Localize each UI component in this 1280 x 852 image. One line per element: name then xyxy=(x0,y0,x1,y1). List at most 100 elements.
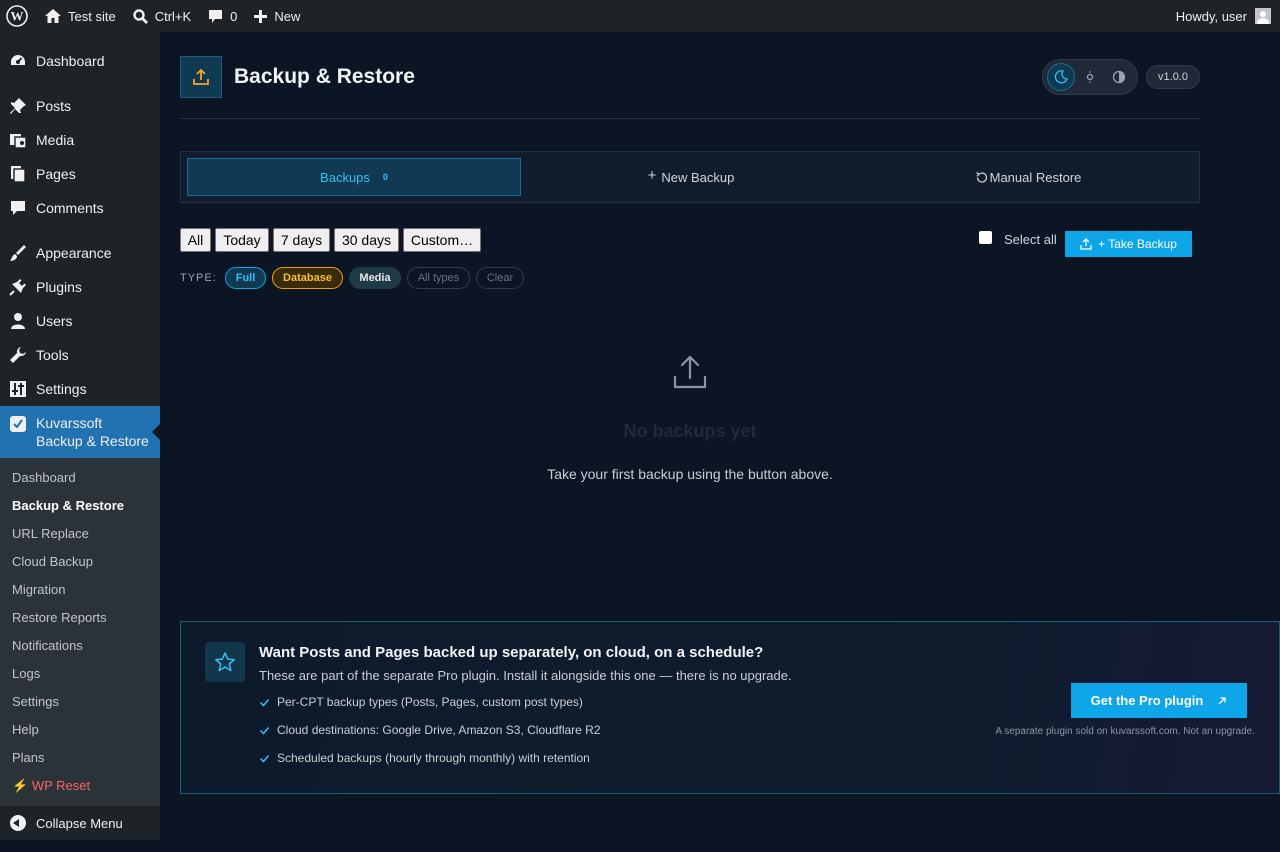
media-icon xyxy=(10,134,27,149)
select-all-label: Select all xyxy=(1004,232,1057,247)
submenu-cloud-backup[interactable]: Cloud Backup xyxy=(12,554,93,569)
check-icon xyxy=(259,726,270,735)
pages-icon xyxy=(11,166,26,183)
plus-icon: + xyxy=(647,167,657,184)
site-name-link[interactable]: Test site xyxy=(36,0,124,32)
tab-bar: Backups 0 + New Backup Manual Restore xyxy=(180,151,1200,203)
contrast-mode-button[interactable] xyxy=(1105,63,1133,91)
filter-all-button[interactable]: All xyxy=(180,228,211,252)
submenu-restore-reports[interactable]: Restore Reports xyxy=(12,610,107,625)
restore-icon xyxy=(975,171,987,183)
admin-sidebar: Dashboard Posts Media Pages Comments App… xyxy=(0,32,160,840)
version-badge: v1.0.0 xyxy=(1146,65,1200,89)
type-chip-clear[interactable]: Clear xyxy=(476,267,524,289)
empty-state-text: Take your first backup using the button … xyxy=(547,466,833,482)
submenu-plans[interactable]: Plans xyxy=(12,750,45,765)
plugin-submenu: Dashboard Backup & Restore URL Replace C… xyxy=(0,458,160,806)
menu-media[interactable]: Media xyxy=(0,123,160,157)
filter-7-days-button[interactable]: 7 days xyxy=(273,228,330,252)
plus-icon xyxy=(254,9,268,23)
tab-manual-restore[interactable]: Manual Restore xyxy=(861,158,1195,196)
dashboard-icon xyxy=(11,55,25,65)
tab-new-backup-label: New Backup xyxy=(661,169,735,185)
menu-label: Posts xyxy=(36,98,72,114)
menu-kuvarssoft-backup[interactable]: Kuvarssoft Backup & Restore xyxy=(0,406,160,458)
upload-icon xyxy=(673,355,707,389)
filter-custom-button[interactable]: Custom… xyxy=(403,228,481,252)
sliders-icon xyxy=(10,381,26,397)
promo-feature: Scheduled backups (hourly through monthl… xyxy=(259,751,590,765)
tab-new-backup[interactable]: + New Backup xyxy=(521,158,861,196)
submenu-url-replace[interactable]: URL Replace xyxy=(12,526,89,541)
comments-link[interactable]: 0 xyxy=(199,0,245,32)
tab-manual-restore-label: Manual Restore xyxy=(989,169,1082,185)
menu-label: Media xyxy=(36,132,75,148)
light-mode-button[interactable] xyxy=(1076,63,1104,91)
search-shortcut-label: Ctrl+K xyxy=(154,8,192,24)
page-title: Backup & Restore xyxy=(234,65,415,88)
menu-comments[interactable]: Comments xyxy=(0,191,160,225)
type-chip-media[interactable]: Media xyxy=(349,267,401,289)
comment-icon xyxy=(11,201,25,215)
menu-tools[interactable]: Tools xyxy=(0,338,160,372)
wordpress-icon: W xyxy=(6,5,28,27)
promo-subtitle: These are part of the separate Pro plugi… xyxy=(259,668,792,683)
backups-count-badge: 0 xyxy=(382,172,388,182)
menu-label: Dashboard xyxy=(36,53,105,69)
take-backup-button[interactable]: + Take Backup xyxy=(1065,231,1192,257)
comment-icon xyxy=(209,9,223,23)
header-divider xyxy=(180,118,1200,119)
promo-icon-box xyxy=(205,642,245,682)
menu-label: Users xyxy=(36,313,73,329)
get-pro-plugin-label: Get the Pro plugin xyxy=(1090,693,1204,708)
my-account-menu[interactable]: Howdy, user xyxy=(1176,0,1280,32)
type-chip-all-types[interactable]: All types xyxy=(407,267,470,289)
menu-appearance[interactable]: Appearance xyxy=(0,236,160,270)
search-shortcut-button[interactable]: Ctrl+K xyxy=(124,0,199,32)
collapse-icon xyxy=(10,815,26,831)
pro-plugin-promo: Want Posts and Pages backed up separatel… xyxy=(180,621,1280,794)
filter-30-days-button[interactable]: 30 days xyxy=(334,228,399,252)
active-menu-label: Kuvarssoft Backup & Restore xyxy=(36,414,149,450)
upload-icon xyxy=(193,68,209,85)
submenu-dashboard[interactable]: Dashboard xyxy=(12,470,76,485)
menu-label: Appearance xyxy=(36,245,112,261)
menu-posts[interactable]: Posts xyxy=(0,89,160,123)
greeting: Howdy, user xyxy=(1175,8,1247,24)
type-chip-database[interactable]: Database xyxy=(272,267,343,289)
menu-pages[interactable]: Pages xyxy=(0,157,160,191)
menu-users[interactable]: Users xyxy=(0,304,160,338)
get-pro-plugin-button[interactable]: Get the Pro plugin xyxy=(1071,683,1247,718)
empty-state-title: No backups yet xyxy=(623,421,757,441)
submenu-notifications[interactable]: Notifications xyxy=(12,638,83,653)
shield-check-icon xyxy=(10,416,26,432)
check-icon xyxy=(259,754,270,763)
submenu-settings[interactable]: Settings xyxy=(12,694,59,709)
collapse-menu-button[interactable]: Collapse Menu xyxy=(0,806,160,840)
active-menu-line-1: Kuvarssoft xyxy=(36,415,103,431)
menu-dashboard[interactable]: Dashboard xyxy=(0,44,160,78)
submenu-help[interactable]: Help xyxy=(12,722,39,737)
filter-today-button[interactable]: Today xyxy=(215,228,269,252)
menu-label: Tools xyxy=(36,347,69,363)
promo-feature: Per-CPT backup types (Posts, Pages, cust… xyxy=(259,695,583,709)
submenu-wp-reset-label: WP Reset xyxy=(31,778,91,793)
search-icon xyxy=(132,8,148,24)
select-all-checkbox[interactable] xyxy=(979,231,992,244)
moon-icon xyxy=(1054,70,1068,84)
submenu-logs[interactable]: Logs xyxy=(12,666,40,681)
star-icon xyxy=(214,652,236,672)
menu-settings[interactable]: Settings xyxy=(0,372,160,406)
menu-label: Plugins xyxy=(36,279,82,295)
submenu-migration[interactable]: Migration xyxy=(12,582,65,597)
submenu-wp-reset[interactable]: ⚡ WP Reset xyxy=(12,778,90,794)
tab-backups[interactable]: Backups 0 xyxy=(187,158,521,196)
promo-feature-text: Cloud destinations: Google Drive, Amazon… xyxy=(277,723,601,737)
type-chip-full[interactable]: Full xyxy=(225,267,266,289)
submenu-backup-restore[interactable]: Backup & Restore xyxy=(12,498,124,513)
new-content-button[interactable]: New xyxy=(245,0,308,32)
menu-plugins[interactable]: Plugins xyxy=(0,270,160,304)
tab-backups-label: Backups xyxy=(320,169,370,185)
wordpress-logo-button[interactable]: W xyxy=(0,0,36,32)
dark-mode-button[interactable] xyxy=(1046,63,1075,91)
